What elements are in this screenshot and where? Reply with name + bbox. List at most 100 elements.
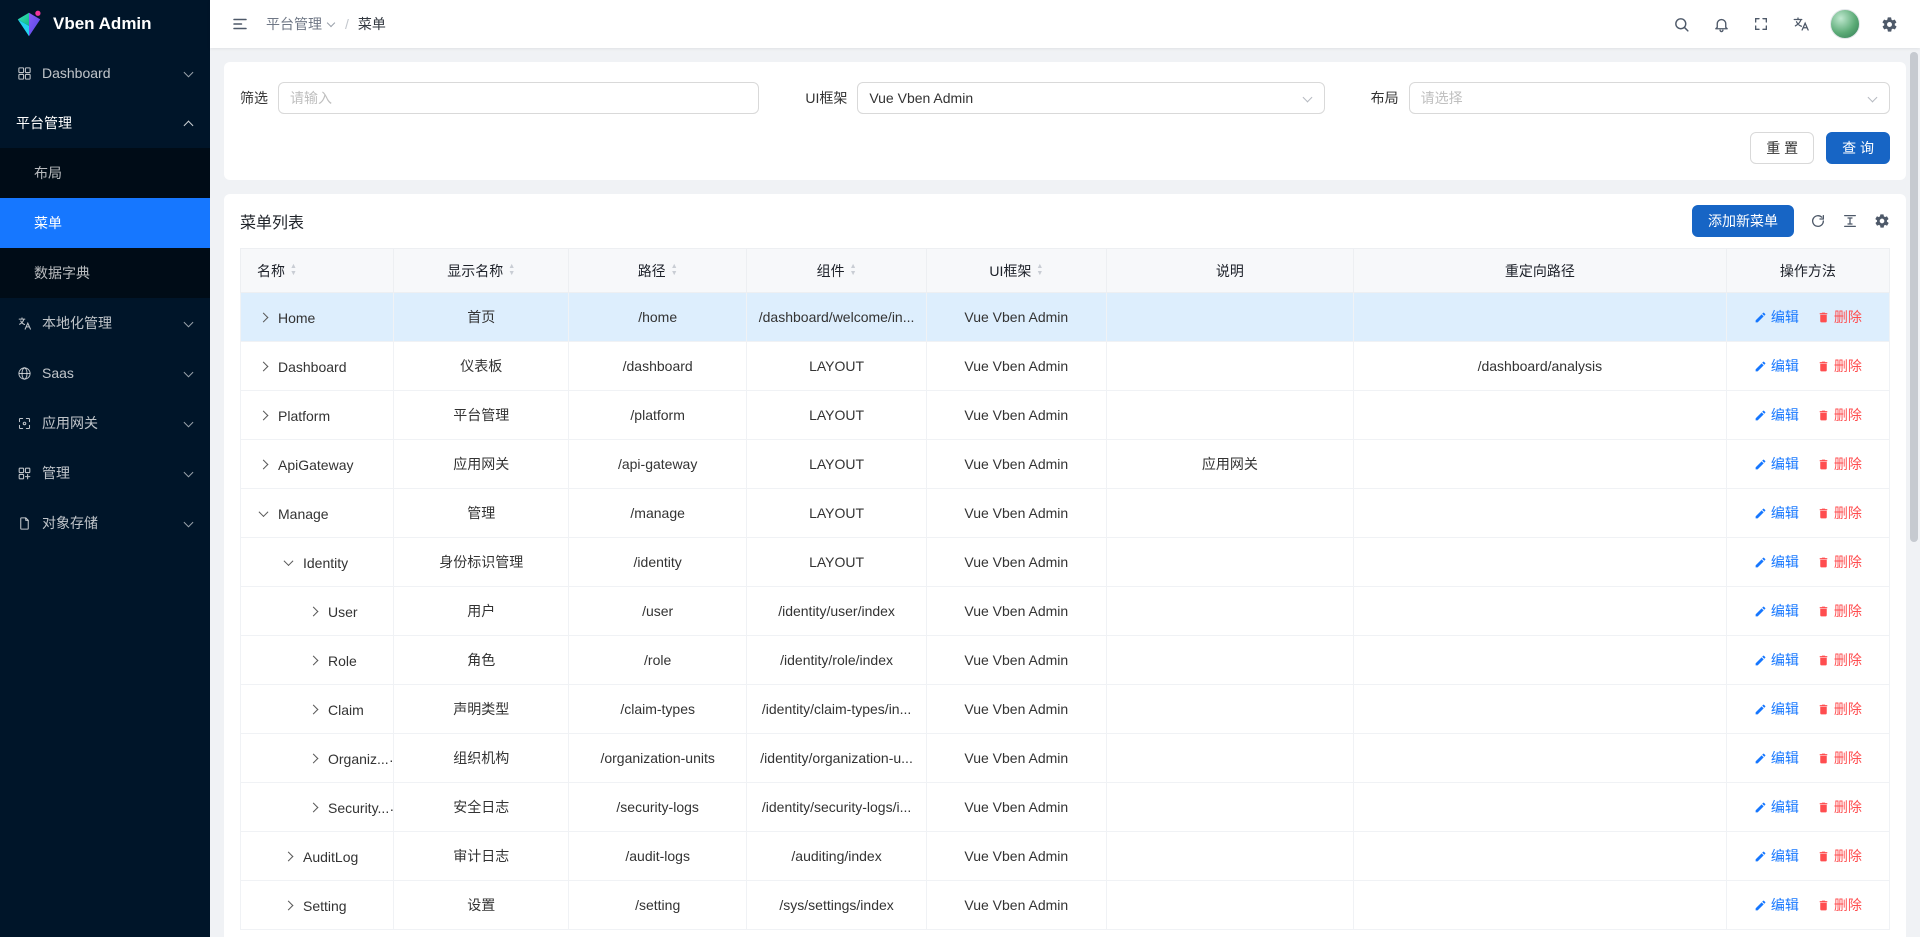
delete-button[interactable]: 删除: [1817, 601, 1862, 621]
sidebar-item-localization[interactable]: 本地化管理: [0, 298, 210, 348]
add-menu-button[interactable]: 添加新菜单: [1692, 205, 1794, 237]
edit-button[interactable]: 编辑: [1754, 552, 1799, 572]
expand-row-icon[interactable]: [305, 702, 321, 718]
row-name: AuditLog: [303, 849, 358, 865]
delete-button[interactable]: 删除: [1817, 454, 1862, 474]
delete-button[interactable]: 删除: [1817, 405, 1862, 425]
expand-row-icon[interactable]: [255, 457, 271, 473]
scrollbar-thumb[interactable]: [1910, 52, 1918, 542]
sort-icon[interactable]: ▲▼: [850, 264, 857, 277]
sort-icon[interactable]: ▲▼: [290, 264, 297, 277]
sidebar-item-storage[interactable]: 对象存储: [0, 498, 210, 548]
expand-row-icon[interactable]: [255, 408, 271, 424]
collapse-row-icon[interactable]: [280, 555, 296, 571]
delete-button[interactable]: 删除: [1817, 748, 1862, 768]
table-row[interactable]: Platform平台管理/platformLAYOUTVue Vben Admi…: [241, 391, 1890, 440]
column-header-ui-framework[interactable]: UI框架 ▲▼: [926, 249, 1106, 293]
sort-icon[interactable]: ▲▼: [671, 264, 678, 277]
edit-button[interactable]: 编辑: [1754, 895, 1799, 915]
trash-icon: [1817, 899, 1830, 912]
table-row[interactable]: User用户/user/identity/user/indexVue Vben …: [241, 587, 1890, 636]
query-button[interactable]: 查 询: [1826, 132, 1890, 164]
table-row[interactable]: Security...安全日志/security-logs/identity/s…: [241, 783, 1890, 832]
expand-row-icon[interactable]: [305, 604, 321, 620]
column-header-name[interactable]: 名称 ▲▼: [241, 249, 394, 293]
expand-row-icon[interactable]: [305, 800, 321, 816]
edit-button[interactable]: 编辑: [1754, 405, 1799, 425]
delete-button[interactable]: 删除: [1817, 797, 1862, 817]
trash-icon: [1817, 507, 1830, 520]
delete-button[interactable]: 删除: [1817, 503, 1862, 523]
edit-button[interactable]: 编辑: [1754, 307, 1799, 327]
sort-icon[interactable]: ▲▼: [1036, 264, 1043, 277]
edit-button[interactable]: 编辑: [1754, 797, 1799, 817]
edit-button[interactable]: 编辑: [1754, 601, 1799, 621]
settings-gear-icon[interactable]: [1872, 7, 1906, 41]
delete-button[interactable]: 删除: [1817, 356, 1862, 376]
sidebar-item-dictionary[interactable]: 数据字典: [0, 248, 210, 298]
column-header-component[interactable]: 组件 ▲▼: [747, 249, 927, 293]
sort-icon[interactable]: ▲▼: [508, 264, 515, 277]
edit-button[interactable]: 编辑: [1754, 748, 1799, 768]
edit-button[interactable]: 编辑: [1754, 356, 1799, 376]
sidebar-item-dashboard[interactable]: Dashboard: [0, 48, 210, 98]
delete-button[interactable]: 删除: [1817, 552, 1862, 572]
expand-row-icon[interactable]: [255, 359, 271, 375]
sidebar-item-saas[interactable]: Saas: [0, 348, 210, 398]
column-settings-gear-icon[interactable]: [1874, 213, 1890, 229]
table-row[interactable]: Dashboard仪表板/dashboardLAYOUTVue Vben Adm…: [241, 342, 1890, 391]
ui-framework-select[interactable]: Vue Vben Admin: [857, 82, 1324, 114]
logo[interactable]: Vben Admin: [0, 0, 210, 48]
bell-icon[interactable]: [1704, 7, 1738, 41]
translate-icon[interactable]: [1784, 7, 1818, 41]
sidebar-item-menu[interactable]: 菜单: [0, 198, 210, 248]
edit-button[interactable]: 编辑: [1754, 454, 1799, 474]
column-header-display-name[interactable]: 显示名称 ▲▼: [394, 249, 569, 293]
expand-row-icon[interactable]: [305, 751, 321, 767]
sidebar-item-gateway[interactable]: 应用网关: [0, 398, 210, 448]
menu-fold-icon[interactable]: [224, 8, 256, 40]
collapse-row-icon[interactable]: [255, 506, 271, 522]
expand-row-icon[interactable]: [255, 310, 271, 326]
breadcrumb-parent[interactable]: 平台管理: [266, 14, 336, 34]
sidebar-item-manage[interactable]: 管理: [0, 448, 210, 498]
table-row[interactable]: ApiGateway应用网关/api-gatewayLAYOUTVue Vben…: [241, 440, 1890, 489]
edit-button[interactable]: 编辑: [1754, 503, 1799, 523]
layout-select[interactable]: 请选择: [1409, 82, 1890, 114]
edit-button[interactable]: 编辑: [1754, 699, 1799, 719]
table-row[interactable]: Manage管理/manageLAYOUTVue Vben Admin编辑删除: [241, 489, 1890, 538]
table-row[interactable]: Home首页/home/dashboard/welcome/in...Vue V…: [241, 293, 1890, 342]
table-row[interactable]: AuditLog审计日志/audit-logs/auditing/indexVu…: [241, 832, 1890, 881]
edit-button[interactable]: 编辑: [1754, 846, 1799, 866]
filter-input[interactable]: [278, 82, 759, 114]
gateway-icon: [16, 415, 32, 431]
search-icon[interactable]: [1664, 7, 1698, 41]
delete-button[interactable]: 删除: [1817, 895, 1862, 915]
delete-button[interactable]: 删除: [1817, 307, 1862, 327]
table-row[interactable]: Claim声明类型/claim-types/identity/claim-typ…: [241, 685, 1890, 734]
fullscreen-icon[interactable]: [1744, 7, 1778, 41]
pencil-icon: [1754, 409, 1767, 422]
table-row[interactable]: Identity身份标识管理/identityLAYOUTVue Vben Ad…: [241, 538, 1890, 587]
delete-button[interactable]: 删除: [1817, 699, 1862, 719]
table-row[interactable]: Setting设置/setting/sys/settings/indexVue …: [241, 881, 1890, 930]
reset-button[interactable]: 重 置: [1750, 132, 1814, 164]
expand-row-icon[interactable]: [305, 653, 321, 669]
sidebar-item-layout[interactable]: 布局: [0, 148, 210, 198]
delete-button[interactable]: 删除: [1817, 846, 1862, 866]
saas-icon: [16, 365, 32, 381]
column-header-path[interactable]: 路径 ▲▼: [569, 249, 747, 293]
cell-component: /identity/security-logs/i...: [747, 783, 927, 832]
sidebar-item-platform[interactable]: 平台管理: [0, 98, 210, 148]
edit-button[interactable]: 编辑: [1754, 650, 1799, 670]
expand-row-icon[interactable]: [280, 898, 296, 914]
expand-row-icon[interactable]: [280, 849, 296, 865]
row-height-icon[interactable]: [1842, 213, 1858, 229]
table-row[interactable]: Role角色/role/identity/role/indexVue Vben …: [241, 636, 1890, 685]
avatar[interactable]: [1830, 9, 1860, 39]
delete-button[interactable]: 删除: [1817, 650, 1862, 670]
pencil-icon: [1754, 752, 1767, 765]
refresh-icon[interactable]: [1810, 213, 1826, 229]
cell-path: /claim-types: [569, 685, 747, 734]
table-row[interactable]: Organiz...组织机构/organization-units/identi…: [241, 734, 1890, 783]
